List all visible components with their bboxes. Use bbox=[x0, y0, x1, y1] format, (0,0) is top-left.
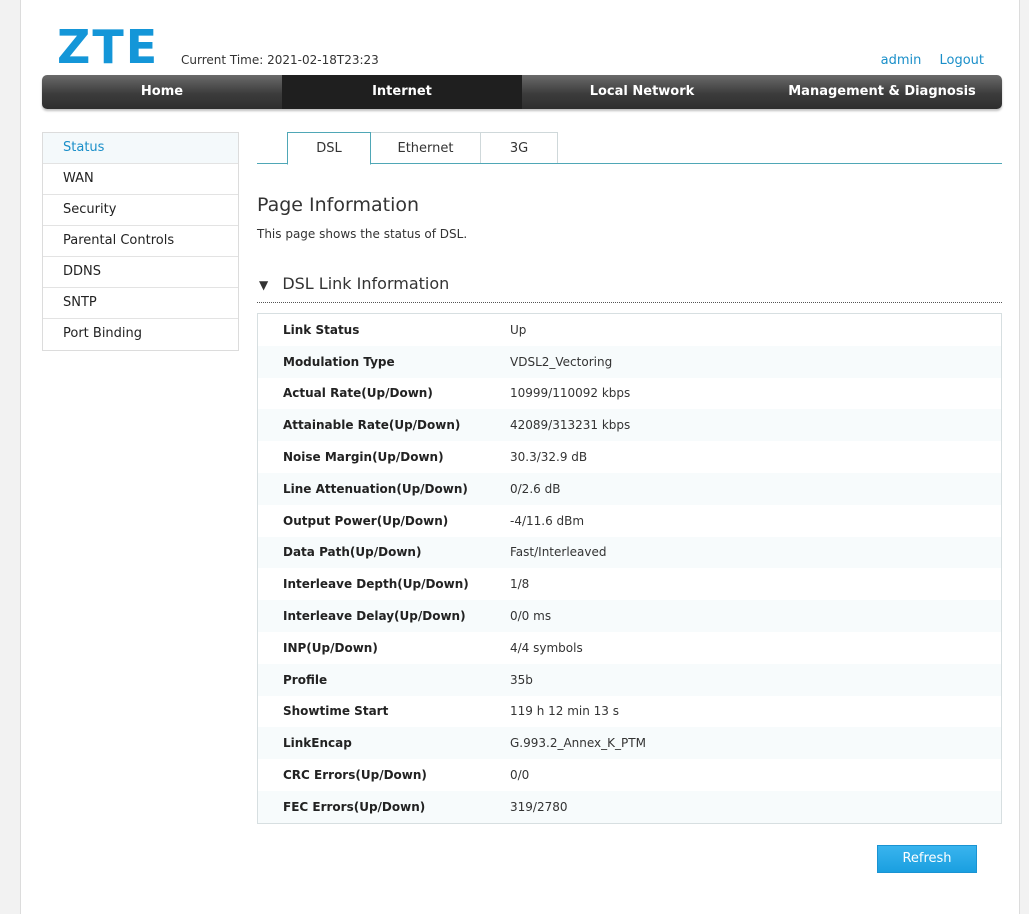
table-row: Link Status Up bbox=[258, 314, 1001, 346]
row-value: Up bbox=[510, 322, 527, 337]
row-value: 30.3/32.9 dB bbox=[510, 450, 588, 465]
row-value: 119 h 12 min 13 s bbox=[510, 704, 620, 719]
user-links: admin Logout bbox=[867, 53, 984, 68]
tab-3g[interactable]: 3G bbox=[480, 132, 558, 163]
nav-home[interactable]: Home bbox=[42, 75, 282, 109]
row-value: 1/8 bbox=[510, 577, 530, 592]
refresh-button[interactable]: Refresh bbox=[877, 845, 977, 873]
page-description: This page shows the status of DSL. bbox=[257, 227, 468, 241]
table-row: FEC Errors(Up/Down) 319/2780 bbox=[258, 790, 1001, 823]
collapse-caret-icon[interactable]: ▼ bbox=[259, 268, 268, 302]
row-label: FEC Errors(Up/Down) bbox=[283, 799, 426, 814]
row-value: 35b bbox=[510, 672, 533, 687]
row-label: Data Path(Up/Down) bbox=[283, 545, 422, 560]
row-value: 319/2780 bbox=[510, 799, 568, 814]
tab-ethernet[interactable]: Ethernet bbox=[370, 132, 481, 163]
row-label: INP(Up/Down) bbox=[283, 640, 378, 655]
row-value: 10999/110092 kbps bbox=[510, 386, 631, 401]
row-label: Interleave Delay(Up/Down) bbox=[283, 609, 466, 624]
table-row: Interleave Depth(Up/Down) 1/8 bbox=[258, 568, 1001, 600]
row-label: Noise Margin(Up/Down) bbox=[283, 450, 444, 465]
current-time-label: Current Time: bbox=[181, 53, 264, 67]
zte-logo: ZTE bbox=[57, 20, 160, 74]
row-label: Actual Rate(Up/Down) bbox=[283, 386, 433, 401]
nav-local-network[interactable]: Local Network bbox=[522, 75, 762, 109]
table-row: Data Path(Up/Down) Fast/Interleaved bbox=[258, 536, 1001, 569]
row-value: 4/4 symbols bbox=[510, 640, 583, 655]
nav-internet[interactable]: Internet bbox=[282, 75, 522, 109]
table-row: LinkEncap G.993.2_Annex_K_PTM bbox=[258, 727, 1001, 760]
sidebar-item-parental-controls[interactable]: Parental Controls bbox=[43, 226, 238, 257]
sidebar-item-port-binding[interactable]: Port Binding bbox=[43, 319, 238, 350]
row-label: CRC Errors(Up/Down) bbox=[283, 768, 427, 783]
row-value: 0/0 ms bbox=[510, 609, 552, 624]
table-row: Modulation Type VDSL2_Vectoring bbox=[258, 345, 1001, 378]
sidebar: Status WAN Security Parental Controls DD… bbox=[42, 132, 239, 351]
row-label: Interleave Depth(Up/Down) bbox=[283, 577, 469, 592]
admin-link[interactable]: admin bbox=[881, 53, 922, 68]
page-container: ZTE Current Time: 2021-02-18T23:23 admin… bbox=[20, 0, 1020, 914]
current-time-value: 2021-02-18T23:23 bbox=[267, 53, 379, 67]
row-value: Fast/Interleaved bbox=[510, 545, 607, 560]
row-label: Link Status bbox=[283, 322, 360, 337]
table-row: CRC Errors(Up/Down) 0/0 bbox=[258, 759, 1001, 791]
table-row: Noise Margin(Up/Down) 30.3/32.9 dB bbox=[258, 441, 1001, 473]
row-value: 0/2.6 dB bbox=[510, 481, 561, 496]
table-row: Output Power(Up/Down) -4/11.6 dBm bbox=[258, 505, 1001, 537]
table-row: Actual Rate(Up/Down) 10999/110092 kbps bbox=[258, 378, 1001, 410]
sidebar-item-security[interactable]: Security bbox=[43, 195, 238, 226]
row-label: LinkEncap bbox=[283, 736, 352, 751]
current-time: Current Time: 2021-02-18T23:23 bbox=[181, 53, 379, 67]
row-value: VDSL2_Vectoring bbox=[510, 354, 613, 369]
sidebar-item-ddns[interactable]: DDNS bbox=[43, 257, 238, 288]
table-row: Line Attenuation(Up/Down) 0/2.6 dB bbox=[258, 472, 1001, 505]
row-value: 42089/313231 kbps bbox=[510, 418, 631, 433]
row-label: Showtime Start bbox=[283, 704, 389, 719]
nav-management-diagnosis[interactable]: Management & Diagnosis bbox=[762, 75, 1002, 109]
row-label: Modulation Type bbox=[283, 354, 395, 369]
tab-dsl[interactable]: DSL bbox=[287, 132, 371, 165]
sidebar-item-wan[interactable]: WAN bbox=[43, 164, 238, 195]
row-label: Output Power(Up/Down) bbox=[283, 513, 449, 528]
table-row: Showtime Start 119 h 12 min 13 s bbox=[258, 696, 1001, 728]
main-content: DSL Ethernet 3G Page Information This pa… bbox=[257, 132, 1002, 824]
row-label: Line Attenuation(Up/Down) bbox=[283, 481, 468, 496]
row-label: Attainable Rate(Up/Down) bbox=[283, 418, 461, 433]
sub-tabs: DSL Ethernet 3G bbox=[257, 132, 1002, 165]
row-value: -4/11.6 dBm bbox=[510, 513, 585, 528]
dsl-section-header[interactable]: ▼ DSL Link Information bbox=[257, 267, 1002, 303]
sidebar-item-status[interactable]: Status bbox=[43, 133, 238, 164]
page-title: Page Information bbox=[257, 194, 420, 216]
logout-link[interactable]: Logout bbox=[939, 53, 984, 68]
dsl-section-title: DSL Link Information bbox=[282, 274, 450, 293]
table-row: Attainable Rate(Up/Down) 42089/313231 kbp… bbox=[258, 409, 1001, 442]
row-value: 0/0 bbox=[510, 768, 530, 783]
table-row: Profile 35b bbox=[258, 663, 1001, 696]
sidebar-item-sntp[interactable]: SNTP bbox=[43, 288, 238, 319]
dsl-info-table: Link Status Up Modulation Type VDSL2_Vector… bbox=[257, 313, 1002, 824]
table-row: Interleave Delay(Up/Down) 0/0 ms bbox=[258, 600, 1001, 632]
table-row: INP(Up/Down) 4/4 symbols bbox=[258, 632, 1001, 664]
main-nav: Home Internet Local Network Management &… bbox=[42, 75, 1002, 109]
row-value: G.993.2_Annex_K_PTM bbox=[510, 736, 646, 751]
row-label: Profile bbox=[283, 672, 328, 687]
